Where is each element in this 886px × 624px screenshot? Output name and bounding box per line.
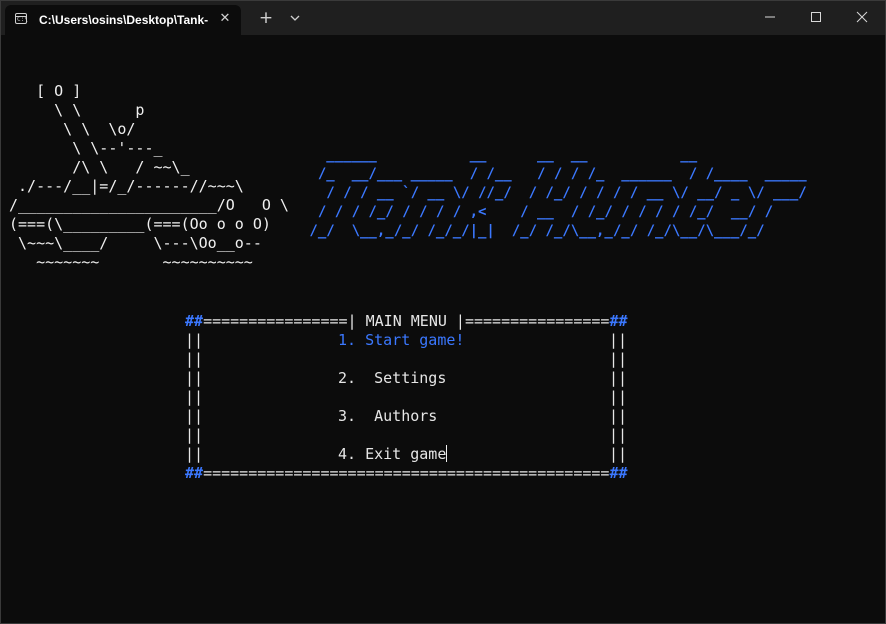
menu-right-border: || [609, 388, 628, 406]
menu-left-border: || [185, 369, 204, 387]
menu-corner: ## [609, 464, 628, 482]
close-window-button[interactable] [839, 1, 885, 33]
menu-right-border: || [609, 369, 628, 387]
menu-left-border: || [185, 445, 204, 463]
menu-corner: ## [185, 312, 204, 330]
menu-item-start-game[interactable]: 1. Start game! [338, 331, 464, 350]
menu-right-border: || [609, 426, 628, 444]
minimize-icon [765, 16, 775, 18]
menu-corner: ## [609, 312, 628, 330]
close-icon[interactable]: ✕ [217, 11, 233, 27]
terminal-output[interactable]: [ O ] \ \ p \ \ \o/ \ \--'---_ /\ \ / ~~… [1, 35, 885, 623]
menu-item-exit-game[interactable]: 4. Exit game [338, 445, 448, 464]
maximize-icon [811, 12, 821, 22]
menu-header: ================| MAIN MENU |===========… [203, 312, 610, 330]
menu-left-border: || [185, 388, 204, 406]
title-bar: C:\ C:\Users\osins\Desktop\Tank- ✕ + [1, 1, 885, 35]
menu-right-border: || [609, 445, 628, 463]
terminal-icon: C:\ [15, 13, 28, 24]
text-cursor [446, 445, 448, 462]
menu-right-border: || [609, 331, 628, 349]
plus-icon[interactable]: + [257, 9, 275, 27]
menu-left-border: || [185, 426, 204, 444]
menu-item-authors[interactable]: 3. Authors [338, 407, 437, 426]
maximize-button[interactable] [793, 1, 839, 33]
menu-left-border: || [185, 331, 204, 349]
minimize-button[interactable] [747, 1, 793, 33]
menu-bottom-border: ##======================================… [185, 464, 628, 483]
tank-ascii-art: [ O ] \ \ p \ \ \o/ \ \--'---_ /\ \ / ~~… [9, 82, 289, 271]
menu-item-label: 4. Exit game [338, 445, 447, 463]
close-icon [856, 11, 868, 23]
menu-right-border: || [609, 407, 628, 425]
menu-corner: ## [185, 464, 204, 482]
chevron-down-icon[interactable] [287, 10, 303, 26]
terminal-tab[interactable]: C:\ C:\Users\osins\Desktop\Tank- ✕ [5, 5, 241, 35]
game-title-ascii-art: ______ __ __ __ __ /_ __/___ _____ / /__… [309, 147, 807, 239]
menu-border-line: ========================================… [203, 464, 610, 482]
menu-top-border: ##================| MAIN MENU |=========… [185, 312, 628, 331]
menu-left-border: || [185, 350, 204, 368]
terminal-window: C:\ C:\Users\osins\Desktop\Tank- ✕ + [O… [0, 0, 886, 624]
menu-right-border: || [609, 350, 628, 368]
menu-item-settings[interactable]: 2. Settings [338, 369, 446, 388]
menu-left-border: || [185, 407, 204, 425]
tab-title: C:\Users\osins\Desktop\Tank- [39, 13, 209, 27]
